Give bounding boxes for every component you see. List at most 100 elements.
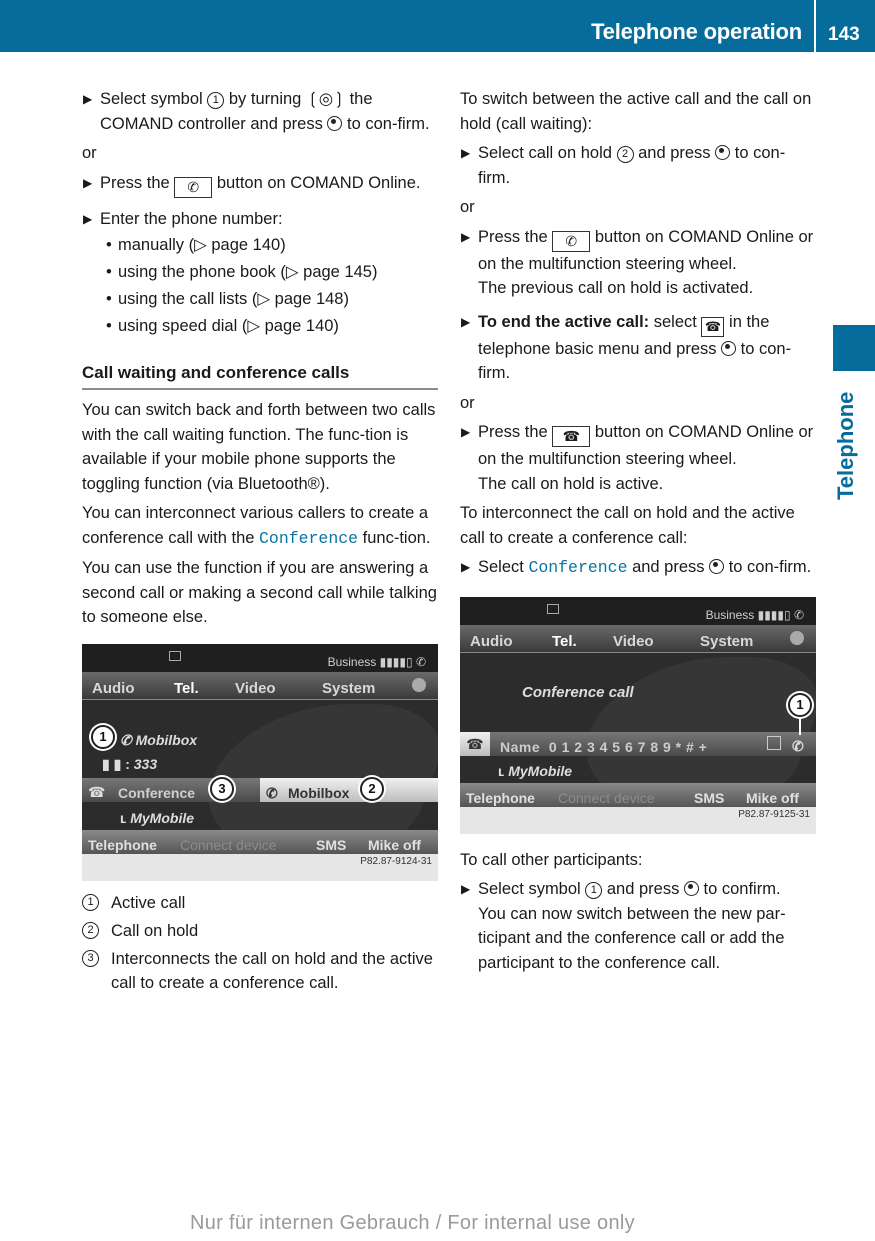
menu-video[interactable]: Video [235, 677, 276, 702]
phonebook-icon[interactable] [767, 735, 781, 750]
call-icon[interactable]: ✆ [792, 734, 804, 759]
or-separator: or [460, 198, 475, 216]
active-caller-name: Mobilbox [135, 731, 198, 748]
step-text: Enter the phone number: [100, 209, 283, 228]
step-marker-icon: ▶ [461, 425, 471, 439]
paragraph: You can use the function if you are answ… [82, 559, 437, 626]
callout-1-icon: 1 [585, 882, 603, 899]
press-controller-icon [683, 881, 699, 896]
step-heading: To end the active call: [478, 312, 650, 331]
message-icon [547, 603, 559, 614]
message-icon [169, 650, 181, 661]
step-text: by turning [224, 90, 306, 108]
image-footer: P82.87-9125-31 [460, 806, 816, 834]
hangup-icon[interactable]: ☎ [88, 780, 105, 805]
list-item[interactable]: • manually (▷ page 140) [82, 233, 438, 258]
legend-text: Active call [111, 893, 186, 912]
step-text: Select symbol [100, 90, 208, 108]
menu-term: Conference [259, 528, 359, 548]
held-caller-name: Mobilbox [288, 784, 350, 801]
paragraph-text: func-tion. [358, 528, 431, 547]
list-item[interactable]: • using the call lists (▷ page 148) [82, 287, 438, 312]
step-marker-icon: ▶ [461, 229, 471, 244]
step-text: button on COMAND Online. [212, 173, 421, 192]
held-call-item[interactable]: ✆ Mobilbox [260, 777, 438, 802]
page-number: 143 [828, 24, 860, 45]
step-marker-icon: ▶ [83, 211, 93, 226]
phone-button-icon: ✆ [552, 230, 591, 252]
callout-1-icon: 1 [207, 92, 225, 109]
step-text: to confirm. [698, 880, 781, 898]
dial-characters[interactable]: Name 0 1 2 3 4 5 6 7 8 9 * # + [500, 735, 707, 760]
phone-name: MyMobile [508, 762, 573, 779]
step-text: to con-firm. [342, 114, 430, 133]
menu-system[interactable]: System [700, 630, 753, 655]
step-text: select [649, 312, 702, 331]
step-marker-icon: ▶ [461, 560, 471, 574]
side-tab-text: Telephone [833, 391, 858, 500]
step-text: and press [602, 880, 684, 898]
step-marker-icon: ▶ [461, 882, 471, 896]
side-tab-marker [833, 325, 875, 371]
hangup-symbol-icon: ☎ [701, 316, 725, 337]
bullet-icon: • [106, 263, 112, 281]
callout-number-icon: 2 [82, 921, 99, 939]
instruction-step: ▶ Enter the phone number: [82, 207, 438, 232]
instruction-step: ▶ Press the ✆ button on COMAND Online. [82, 171, 438, 198]
page-reference-link[interactable]: using the phone book (▷ page 145) [118, 263, 377, 281]
step-marker-icon: ▶ [83, 175, 93, 190]
comand-screenshot-conference: Business ▮▮▮▮▯ ✆ Audio Tel. Video System… [460, 596, 816, 834]
my-phone-row: ʟ MyMobile [498, 759, 572, 784]
phone-button-icon: ✆ [174, 176, 213, 198]
instruction-step: ▶ Press the ✆ button on COMAND Online or… [460, 225, 816, 301]
network-status: Business ▮▮▮▮▯ ✆ [705, 607, 804, 622]
step-text: Press the [478, 227, 553, 246]
menu-tel[interactable]: Tel. [552, 630, 577, 655]
legend-text: Call on hold [111, 921, 199, 940]
hangup-icon[interactable]: ☎ [460, 731, 490, 756]
step-marker-icon: ▶ [461, 314, 471, 329]
active-call-number-row: ▮ ▮ : 333 [102, 752, 157, 777]
or-separator: or [82, 144, 97, 162]
page-header: Telephone operation 143 [0, 0, 875, 52]
instruction-step: ▶ Select call on hold 2 and press to con… [460, 141, 816, 190]
list-item[interactable]: • using speed dial (▷ page 140) [82, 314, 438, 339]
instruction-step: ▶ Select symbol 1 by turning ❲◎❳ the COM… [82, 87, 438, 136]
menu-term: Conference [528, 558, 628, 577]
globe-icon [790, 630, 804, 645]
menu-system[interactable]: System [322, 677, 375, 702]
menu-audio[interactable]: Audio [470, 630, 513, 655]
press-controller-icon [327, 115, 343, 131]
step-text: Press the [478, 423, 553, 441]
conference-button[interactable]: Conference [118, 781, 195, 806]
bullet-icon: • [106, 236, 112, 254]
page-reference-link[interactable]: using speed dial (▷ page 140) [118, 317, 339, 335]
right-column: To switch between the active call and th… [460, 87, 816, 980]
legend-text: Interconnects the call on hold and the a… [111, 949, 433, 993]
page-reference-link[interactable]: manually (▷ page 140) [118, 236, 286, 254]
main-menu-bar: Audio Tel. Video System [460, 624, 816, 655]
menu-video[interactable]: Video [613, 630, 654, 655]
or-separator: or [460, 393, 475, 412]
list-item[interactable]: • using the phone book (▷ page 145) [82, 260, 438, 285]
bullet-icon: • [106, 317, 112, 335]
callout-number-icon: 1 [82, 893, 99, 911]
menu-audio[interactable]: Audio [92, 677, 135, 702]
step-text: Select [478, 558, 529, 576]
callout-3: 3 [210, 776, 234, 801]
conference-call-title: Conference call [522, 683, 634, 701]
callout-1: 1 [91, 724, 115, 749]
figure-code: P82.87-9124-31 [360, 856, 432, 867]
instruction-step: ▶ Press the ☎ button on COMAND Online or… [460, 420, 816, 496]
callout-1: 1 [788, 692, 812, 717]
step-text: Select call on hold [478, 144, 617, 162]
instruction-step: ▶ To end the active call: select ☎ in th… [460, 310, 816, 386]
page-reference-link[interactable]: using the call lists (▷ page 148) [118, 290, 349, 308]
active-call-row[interactable]: ✆ Mobilbox [120, 728, 197, 753]
menu-tel[interactable]: Tel. [174, 677, 199, 702]
bluetooth-phone-icon: ʟ [120, 809, 127, 826]
image-footer: P82.87-9124-31 [82, 853, 438, 881]
step-text: Press the [100, 173, 175, 192]
step-result: The previous call on hold is activated. [478, 279, 754, 297]
bluetooth-phone-icon: ʟ [498, 762, 505, 779]
